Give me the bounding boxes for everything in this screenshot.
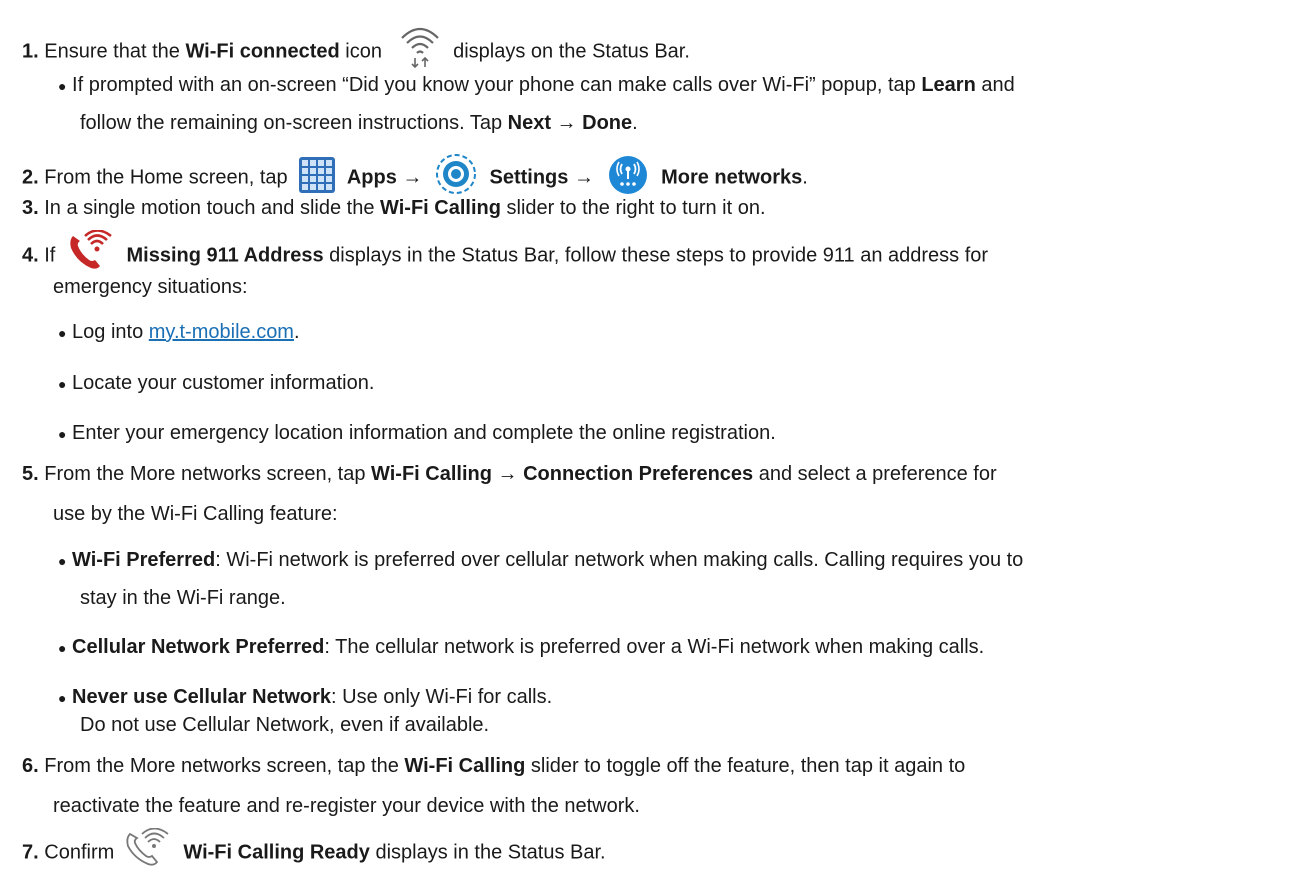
cut-off-heading [58, 0, 308, 8]
step-4-cont: emergency situations: [53, 276, 248, 298]
step-1-bullet-cont: follow the remaining on-screen instructi… [80, 112, 638, 134]
apps-grid-icon [299, 157, 336, 193]
step-5-cont: use by the Wi-Fi Calling feature: [53, 503, 338, 525]
bullet: ● [58, 78, 67, 94]
step-4-bullet-3: ● Enter your emergency location informat… [58, 422, 776, 444]
step-4-bullet-2: ● Locate your customer information. [58, 372, 375, 394]
step-2: 2. From the Home screen, tap Apps → Sett… [22, 154, 808, 200]
step-4: 4. If Missing 911 Address displays in th… [22, 229, 988, 276]
bullet: ● [58, 690, 67, 706]
t-mobile-link[interactable]: my.t-mobile.com [149, 321, 294, 343]
bullet: ● [58, 325, 67, 341]
step-7: 7. Confirm Wi-Fi Calling Ready displays … [22, 827, 606, 872]
bullet: ● [58, 553, 67, 569]
step-1: 1. Ensure that the Wi-Fi connected icon … [22, 27, 690, 76]
bullet: ● [58, 640, 67, 656]
pref-wifi-preferred-cont: stay in the Wi-Fi range. [80, 587, 286, 609]
pref-wifi-preferred: ● Wi-Fi Preferred: Wi-Fi network is pref… [58, 549, 1024, 571]
more-networks-icon [608, 155, 648, 195]
wifi-connected-icon [398, 22, 442, 70]
bullet: ● [58, 376, 67, 392]
settings-gear-icon [434, 152, 478, 196]
missing-911-phone-icon [67, 229, 113, 270]
bullet: ● [58, 426, 67, 442]
step-3: 3. In a single motion touch and slide th… [22, 197, 766, 219]
pref-never-cellular-cont: Do not use Cellular Network, even if ava… [80, 714, 490, 736]
pref-cellular-preferred: ● Cellular Network Preferred: The cellul… [58, 636, 985, 658]
step-5: 5. From the More networks screen, tap Wi… [22, 463, 997, 485]
step-6-cont: reactivate the feature and re-register y… [53, 795, 640, 817]
step-1-bullet: ● If prompted with an on-screen “Did you… [58, 74, 1015, 96]
wifi-calling-ready-icon [124, 827, 170, 866]
step-4-bullet-1: ● Log into my.t-mobile.com. [58, 321, 300, 343]
pref-never-cellular: ● Never use Cellular Network: Use only W… [58, 686, 553, 708]
step-6: 6. From the More networks screen, tap th… [22, 755, 966, 777]
